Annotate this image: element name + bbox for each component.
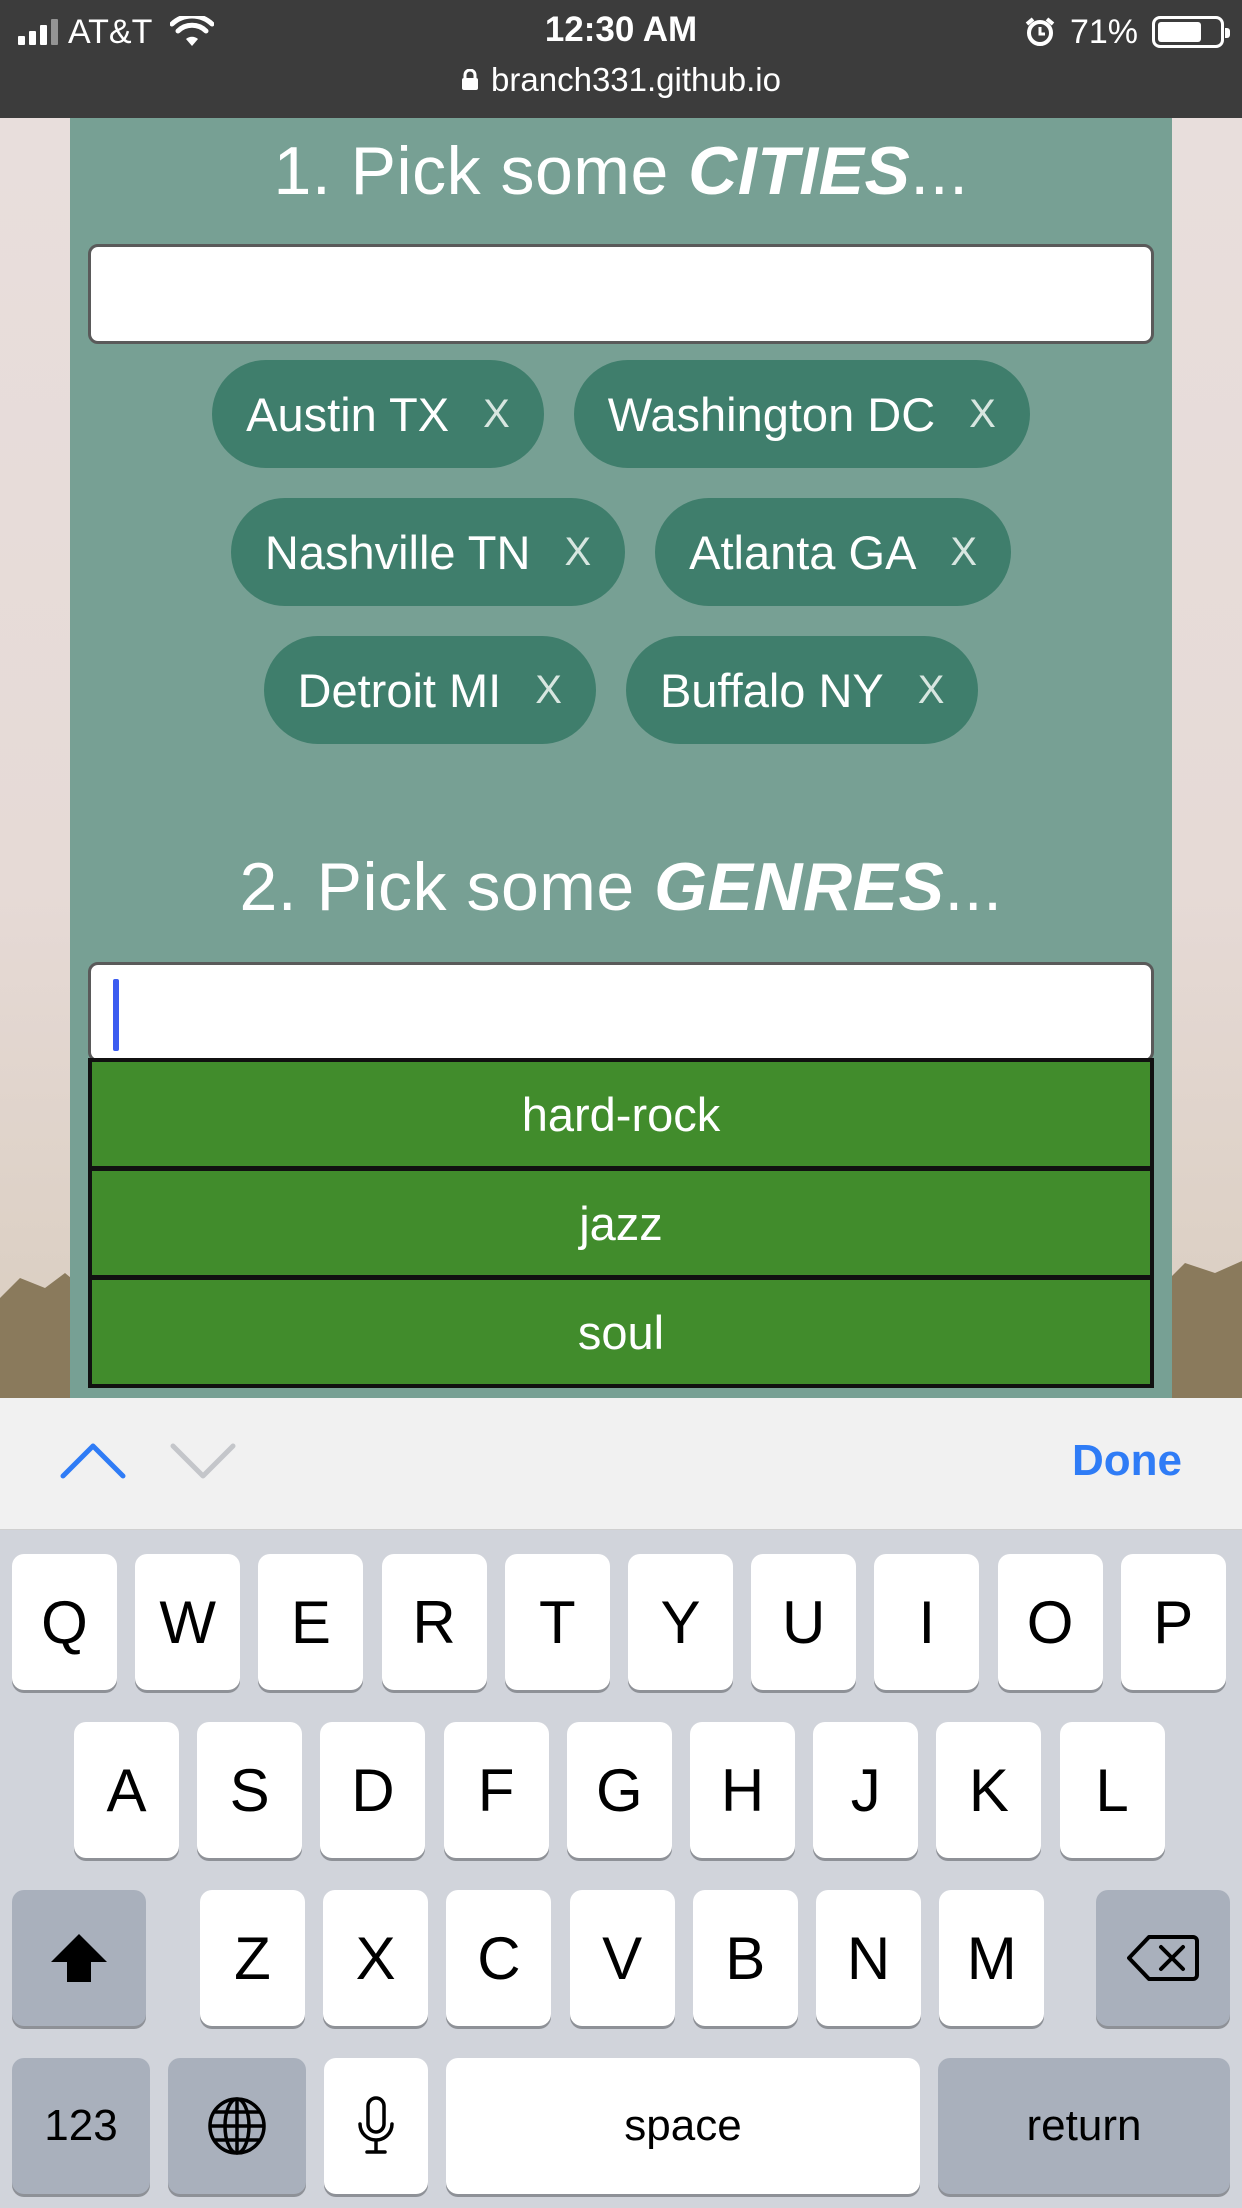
status-bar: AT&T 12:30 AM 71% branch331.github.io [0, 0, 1242, 118]
keyboard-accessory-bar: Done [0, 1398, 1242, 1530]
city-chip: Nashville TN X [230, 498, 626, 606]
globe-key[interactable] [168, 2058, 306, 2194]
shift-key[interactable] [12, 1890, 146, 2026]
key-t[interactable]: T [504, 1554, 610, 1690]
cities-heading: 1. Pick some CITIES... [273, 133, 969, 209]
city-chip: Austin TX X [212, 360, 544, 468]
chip-label: Nashville TN [264, 525, 531, 579]
key-b[interactable]: B [692, 1890, 798, 2026]
alarm-icon [1025, 17, 1055, 46]
backspace-icon [1127, 1935, 1199, 1981]
battery-icon [1152, 16, 1230, 48]
remove-chip-button[interactable]: X [483, 392, 510, 437]
key-j[interactable]: J [813, 1722, 919, 1858]
web-page: 1. Pick some CITIES... Austin TX X Washi… [0, 118, 1242, 1398]
remove-chip-button[interactable]: X [918, 668, 945, 713]
city-chip-list: Austin TX X Washington DC X Nashville TN… [70, 360, 1172, 774]
delete-key[interactable] [1096, 1890, 1230, 2026]
key-k[interactable]: K [936, 1722, 1042, 1858]
key-l[interactable]: L [1059, 1722, 1165, 1858]
suggestion-item[interactable]: soul [88, 1276, 1154, 1388]
key-w[interactable]: W [135, 1554, 241, 1690]
status-right: 71% [1024, 10, 1230, 54]
key-h[interactable]: H [690, 1722, 795, 1858]
done-button[interactable]: Done [1072, 1436, 1182, 1486]
key-a[interactable]: A [74, 1722, 179, 1858]
chip-label: Austin TX [246, 387, 450, 441]
key-x[interactable]: X [323, 1890, 429, 2026]
key-e[interactable]: E [258, 1554, 364, 1690]
key-v[interactable]: V [569, 1890, 675, 2026]
keyboard-row-4: 123 space return [0, 2058, 1242, 2194]
remove-chip-button[interactable]: X [950, 530, 977, 575]
numbers-key[interactable]: 123 [12, 2058, 150, 2194]
chevron-down-icon[interactable] [168, 1436, 238, 1486]
remove-chip-button[interactable]: X [564, 530, 591, 575]
chevron-up-icon[interactable] [58, 1436, 128, 1486]
key-m[interactable]: M [939, 1890, 1045, 2026]
key-s[interactable]: S [197, 1722, 303, 1858]
key-g[interactable]: G [566, 1722, 672, 1858]
keyboard-row-2: ASDFGHJKL [0, 1722, 1242, 1858]
microphone-icon [358, 2096, 394, 2154]
remove-chip-button[interactable]: X [535, 668, 562, 713]
battery-percent: 71% [1069, 12, 1138, 51]
key-r[interactable]: R [381, 1554, 487, 1690]
chip-label: Buffalo NY [659, 663, 884, 717]
key-y[interactable]: Y [628, 1554, 733, 1690]
city-search-input[interactable] [88, 244, 1154, 344]
dictation-key[interactable] [324, 2058, 428, 2194]
suggestion-item[interactable]: hard-rock [88, 1058, 1154, 1170]
chip-label: Detroit MI [297, 663, 502, 717]
key-d[interactable]: D [320, 1722, 426, 1858]
suggestion-item[interactable]: jazz [88, 1167, 1154, 1279]
key-f[interactable]: F [443, 1722, 549, 1858]
globe-icon [208, 2097, 266, 2155]
keyboard: QWERTYUIOP ASDFGHJKL ZXCVBNM 123 space r… [0, 1530, 1242, 2208]
key-p[interactable]: P [1120, 1554, 1226, 1690]
lock-icon [462, 69, 479, 90]
text-cursor [113, 979, 119, 1051]
url-bar[interactable]: branch331.github.io [0, 60, 1242, 100]
return-key[interactable]: return [938, 2058, 1230, 2194]
keyboard-row-3: ZXCVBNM [0, 1890, 1242, 2026]
city-chip: Washington DC X [573, 360, 1030, 468]
form-panel: 1. Pick some CITIES... Austin TX X Washi… [70, 118, 1172, 1398]
key-i[interactable]: I [874, 1554, 980, 1690]
space-key[interactable]: space [446, 2058, 920, 2194]
city-chip: Atlanta GA X [655, 498, 1012, 606]
url-text[interactable]: branch331.github.io [491, 61, 781, 99]
keyboard-row-1: QWERTYUIOP [0, 1554, 1242, 1690]
city-chip: Buffalo NY X [625, 636, 979, 744]
chip-label: Atlanta GA [689, 525, 917, 579]
city-chip: Detroit MI X [263, 636, 596, 744]
chip-label: Washington DC [607, 387, 936, 441]
remove-chip-button[interactable]: X [969, 392, 996, 437]
key-z[interactable]: Z [200, 1890, 305, 2026]
genre-suggestions: hard-rock jazz soul [88, 1058, 1154, 1388]
genre-search-input[interactable] [88, 962, 1154, 1062]
key-q[interactable]: Q [12, 1554, 117, 1690]
genres-heading: 2. Pick some GENRES... [239, 849, 1003, 925]
key-u[interactable]: U [751, 1554, 857, 1690]
shift-icon [51, 1934, 107, 1982]
key-c[interactable]: C [446, 1890, 552, 2026]
key-o[interactable]: O [997, 1554, 1103, 1690]
key-n[interactable]: N [816, 1890, 921, 2026]
